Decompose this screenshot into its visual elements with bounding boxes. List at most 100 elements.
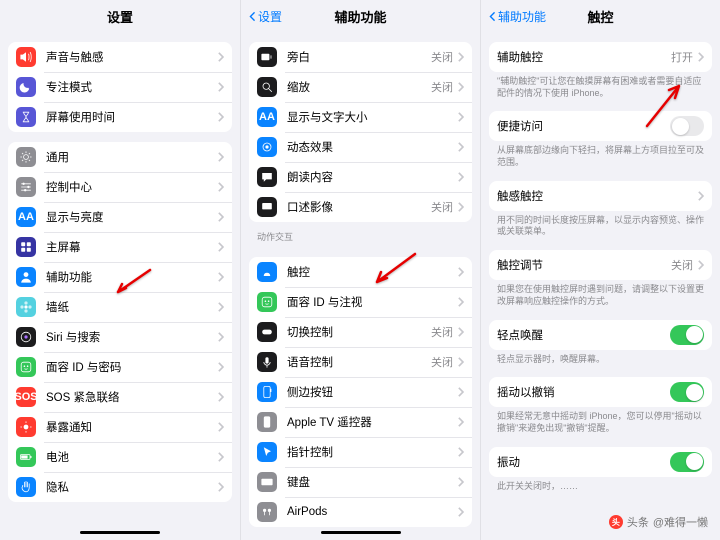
row-label: 触感触控 [497,188,697,204]
hand-icon [16,477,36,497]
settings-column: 设置 声音与触感专注模式屏幕使用时间通用控制中心AA显示与亮度主屏幕辅助功能墙纸… [0,0,240,540]
row-value: 关闭 [671,257,693,273]
settings-row[interactable]: 切换控制关闭 [249,317,472,347]
tv-icon [257,412,277,432]
watermark-logo: 头 [609,515,623,529]
row-label: 屏幕使用时间 [46,109,217,125]
settings-row[interactable]: 暴露通知 [8,412,232,442]
settings-row[interactable]: 面容 ID 与密码 [8,352,232,382]
settings-row[interactable]: AirPods [249,497,472,527]
settings-row[interactable]: Apple TV 遥控器 [249,407,472,437]
settings-row[interactable]: 轻点唤醒 [489,320,712,350]
settings-row[interactable]: Siri 与搜索 [8,322,232,352]
SOS-icon: SOS [16,387,36,407]
row-label: 口述影像 [287,199,431,215]
scroll-area[interactable]: 声音与触感专注模式屏幕使用时间通用控制中心AA显示与亮度主屏幕辅助功能墙纸 Sir… [0,32,240,540]
settings-row[interactable]: 键盘 [249,467,472,497]
settings-row[interactable]: 动态效果 [249,132,472,162]
toggle-switch[interactable] [670,325,704,345]
settings-row[interactable]: 墙纸 [8,292,232,322]
row-label: 专注模式 [46,79,217,95]
title: 辅助功能 [334,7,386,26]
row-label: 朗读内容 [287,169,457,185]
airpods-icon [257,502,277,522]
toggle-switch[interactable] [670,452,704,472]
settings-row[interactable]: 侧边按钮 [249,377,472,407]
row-label: 旁白 [287,49,431,65]
row-label: 显示与文字大小 [287,109,457,125]
row-label: 墙纸 [46,299,217,315]
title: 触控 [587,7,613,26]
settings-row[interactable]: 朗读内容 [249,162,472,192]
row-label: 声音与触感 [46,49,217,65]
row-label: Siri 与搜索 [46,329,217,345]
settings-row[interactable]: 专注模式 [8,72,232,102]
footer-note: 轻点显示器时，唤醒屏幕。 [489,350,712,368]
settings-row[interactable]: 触控 [249,257,472,287]
face-icon [16,357,36,377]
settings-row[interactable]: 控制中心 [8,172,232,202]
settings-row[interactable]: SOSSOS 紧急联络 [8,382,232,412]
flower-icon [16,297,36,317]
settings-row[interactable]: AA显示与亮度 [8,202,232,232]
toggle-switch[interactable] [670,382,704,402]
grid-icon [16,237,36,257]
settings-row[interactable]: 屏幕使用时间 [8,102,232,132]
motion-icon [257,137,277,157]
row-label: 侧边按钮 [287,384,457,400]
settings-row[interactable]: 通用 [8,142,232,172]
sliders-icon [16,177,36,197]
back-button[interactable]: 辅助功能 [487,8,546,25]
pointer-icon [257,442,277,462]
settings-row[interactable]: 辅助触控打开 [489,42,712,72]
row-label: 缩放 [287,79,431,95]
settings-row[interactable]: 语音控制关闭 [249,347,472,377]
settings-row[interactable]: 指针控制 [249,437,472,467]
settings-row[interactable]: 触感触控 [489,181,712,211]
row-label: 通用 [46,149,217,165]
settings-row[interactable]: 电池 [8,442,232,472]
settings-row[interactable]: 摇动以撤销 [489,377,712,407]
footer-note: 此开关关闭时，…… [489,477,712,495]
toggle-switch[interactable] [670,116,704,136]
settings-row[interactable]: 缩放关闭 [249,72,472,102]
row-value: 打开 [671,49,693,65]
footer-note: "辅助触控"可让您在触摸屏幕有困难或者需要自适应配件的情况下使用 iPhone。 [489,72,712,101]
settings-row[interactable]: 主屏幕 [8,232,232,262]
settings-row[interactable]: 旁白关闭 [249,42,472,72]
row-label: 摇动以撤销 [497,384,670,400]
settings-row[interactable]: 辅助功能 [8,262,232,292]
desc-icon [257,197,277,217]
row-value: 关闭 [431,199,453,215]
settings-row[interactable]: 隐私 [8,472,232,502]
settings-group: 轻点唤醒 [489,320,712,350]
scroll-area[interactable]: 旁白关闭缩放关闭AA显示与文字大小动态效果朗读内容口述影像关闭动作交互触控面容 … [241,32,480,540]
settings-row[interactable]: 面容 ID 与注视 [249,287,472,317]
row-value: 关闭 [431,354,453,370]
section-header: 动作交互 [249,222,472,247]
footer-note: 如果您在使用触控屏时遇到问题，请调整以下设置更改屏幕响应触控操作的方式。 [489,280,712,309]
settings-group: 触控调节关闭 [489,250,712,280]
title: 设置 [107,7,133,26]
settings-row[interactable]: 口述影像关闭 [249,192,472,222]
accessibility-column: 设置 辅助功能 旁白关闭缩放关闭AA显示与文字大小动态效果朗读内容口述影像关闭动… [240,0,480,540]
settings-row[interactable]: 振动 [489,447,712,477]
settings-row[interactable]: 触控调节关闭 [489,250,712,280]
row-label: 动态效果 [287,139,457,155]
row-value: 关闭 [431,79,453,95]
back-button[interactable]: 设置 [247,8,282,25]
kb-icon [257,472,277,492]
row-label: 振动 [497,454,670,470]
header: 设置 辅助功能 [241,0,480,32]
row-label: 面容 ID 与注视 [287,294,457,310]
AA-icon: AA [16,207,36,227]
settings-group: 声音与触感专注模式屏幕使用时间 [8,42,232,132]
scroll-area[interactable]: 辅助触控打开"辅助触控"可让您在触摸屏幕有困难或者需要自适应配件的情况下使用 i… [481,32,720,540]
settings-row[interactable]: AA显示与文字大小 [249,102,472,132]
settings-row[interactable]: 声音与触感 [8,42,232,72]
person-icon [16,267,36,287]
row-label: 电池 [46,449,217,465]
settings-row[interactable]: 便捷访问 [489,111,712,141]
moon-icon [16,77,36,97]
row-label: 轻点唤醒 [497,327,670,343]
